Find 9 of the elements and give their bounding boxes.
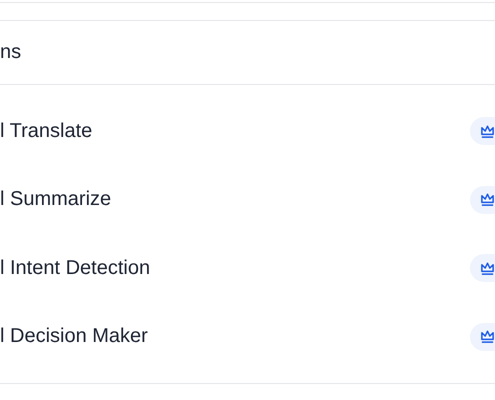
item-label: l Summarize [0, 188, 112, 212]
item-label: l Decision Maker [0, 325, 148, 348]
crown-icon [480, 192, 495, 208]
item-label: l Intent Detection [0, 256, 150, 280]
section-title: ns [0, 41, 22, 64]
crown-icon [480, 124, 495, 139]
crown-icon [480, 260, 495, 276]
crown-icon [480, 329, 495, 344]
item-label: l Translate [0, 120, 92, 143]
